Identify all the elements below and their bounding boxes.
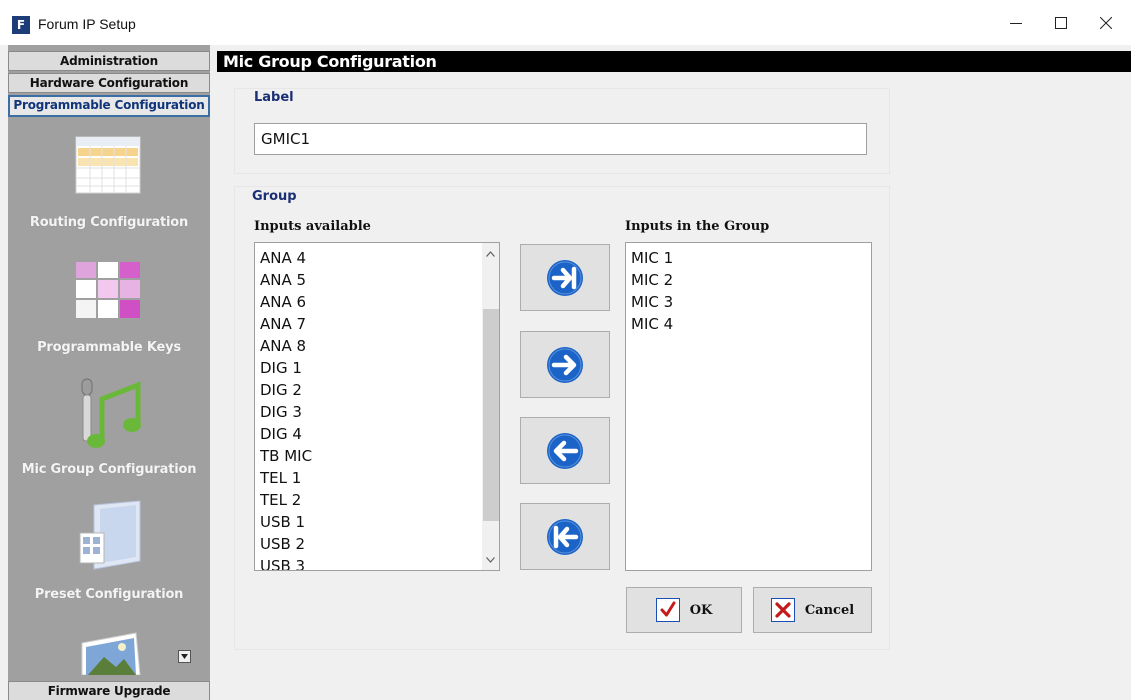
cancel-button-label: Cancel [804, 602, 855, 618]
inputs-in-group-items: MIC 1 MIC 2 MIC 3 MIC 4 [626, 243, 871, 335]
microphone-music-icon [81, 378, 141, 448]
scroll-thumb[interactable] [483, 309, 499, 521]
close-button[interactable] [1081, 0, 1131, 45]
sidebar-header-hardware-configuration[interactable]: Hardware Configuration [8, 73, 210, 93]
title-bar: F Forum IP Setup [0, 0, 1131, 45]
sidebar-header-firmware-upgrade[interactable]: Firmware Upgrade [8, 681, 210, 700]
ok-button-label: OK [689, 602, 713, 618]
sidebar-scroll-down-button[interactable] [178, 650, 191, 663]
sidebar-header-administration[interactable]: Administration [8, 51, 210, 71]
app-logo-icon: F [12, 16, 30, 34]
remove-selected-button[interactable] [520, 417, 610, 484]
sidebar-item-label: Preset Configuration [34, 587, 184, 602]
cancel-x-icon [770, 598, 795, 622]
list-item[interactable]: USB 1 [255, 511, 499, 533]
group-box-title: Group [252, 189, 297, 204]
inputs-available-items: ANA 4 ANA 5 ANA 6 ANA 7 ANA 8 DIG 1 DIG 2 DIG 3… [255, 243, 499, 570]
sidebar-item-preset-configuration[interactable]: Preset Configuration [8, 497, 210, 612]
list-item[interactable]: TEL 1 [255, 467, 499, 489]
arrow-right-icon [547, 346, 583, 383]
page-title: Mic Group Configuration [217, 51, 1131, 72]
list-item[interactable]: MIC 3 [626, 291, 871, 313]
sidebar-header-programmable-configuration[interactable]: Programmable Configuration [8, 95, 210, 117]
list-item[interactable]: DIG 1 [255, 357, 499, 379]
chevron-down-icon [486, 556, 495, 563]
list-item[interactable]: TEL 2 [255, 489, 499, 511]
chevron-up-icon [486, 250, 495, 257]
remove-all-button[interactable] [520, 503, 610, 570]
list-item[interactable]: USB 2 [255, 533, 499, 555]
list-item[interactable]: ANA 4 [255, 247, 499, 269]
inputs-available-scrollbar[interactable] [482, 243, 499, 570]
maximize-button[interactable] [1036, 0, 1086, 45]
arrow-right-to-bar-icon [547, 259, 583, 296]
chevron-down-icon [181, 654, 188, 659]
inputs-in-group-list[interactable]: MIC 1 MIC 2 MIC 3 MIC 4 [625, 242, 872, 571]
scroll-down-button[interactable] [482, 551, 499, 568]
list-item[interactable]: DIG 4 [255, 423, 499, 445]
close-icon [1100, 16, 1112, 29]
sidebar-item-label: Programmable Keys [37, 340, 181, 355]
cancel-button[interactable]: Cancel [753, 587, 872, 633]
inputs-available-header: Inputs available [254, 219, 371, 234]
list-item[interactable]: USB 3 [255, 555, 499, 570]
list-item[interactable]: ANA 8 [255, 335, 499, 357]
add-selected-button[interactable] [520, 331, 610, 398]
sidebar-item-label: Routing Configuration [29, 215, 189, 230]
list-item[interactable]: MIC 2 [626, 269, 871, 291]
add-all-button[interactable] [520, 244, 610, 311]
sidebar-item-mic-group-configuration[interactable]: Mic Group Configuration [8, 373, 210, 488]
app-window: F Forum IP Setup Administration Hardware… [0, 0, 1131, 700]
label-input[interactable] [254, 123, 867, 155]
sidebar-item-label: Mic Group Configuration [21, 462, 197, 477]
list-item[interactable]: ANA 7 [255, 313, 499, 335]
keys-grid-icon [76, 262, 140, 318]
list-item[interactable]: ANA 6 [255, 291, 499, 313]
window-title: Forum IP Setup [38, 16, 136, 32]
maximize-icon [1055, 16, 1067, 29]
checkmark-icon [655, 598, 680, 622]
ok-button[interactable]: OK [626, 587, 742, 633]
inputs-in-group-header: Inputs in the Group [625, 219, 770, 234]
grid-table-icon [75, 136, 141, 194]
scroll-up-button[interactable] [482, 245, 499, 262]
label-group-title: Label [254, 90, 294, 105]
list-item[interactable]: DIG 3 [255, 401, 499, 423]
list-item[interactable]: MIC 4 [626, 313, 871, 335]
sidebar-item-programmable-keys[interactable]: Programmable Keys [8, 250, 210, 365]
folder-document-icon [79, 500, 141, 570]
minimize-icon [1010, 22, 1022, 24]
list-item[interactable]: MIC 1 [626, 247, 871, 269]
arrow-left-icon [547, 432, 583, 469]
minimize-button[interactable] [991, 0, 1041, 45]
sidebar: Administration Hardware Configuration Pr… [8, 45, 210, 700]
list-item[interactable]: ANA 5 [255, 269, 499, 291]
inputs-available-list[interactable]: ANA 4 ANA 5 ANA 6 ANA 7 ANA 8 DIG 1 DIG 2 DIG 3… [254, 242, 500, 571]
list-item[interactable]: TB MIC [255, 445, 499, 467]
arrow-left-to-bar-icon [547, 518, 583, 555]
list-item[interactable]: DIG 2 [255, 379, 499, 401]
sidebar-item-routing-configuration[interactable]: Routing Configuration [8, 125, 210, 240]
photo-image-icon [81, 632, 141, 675]
